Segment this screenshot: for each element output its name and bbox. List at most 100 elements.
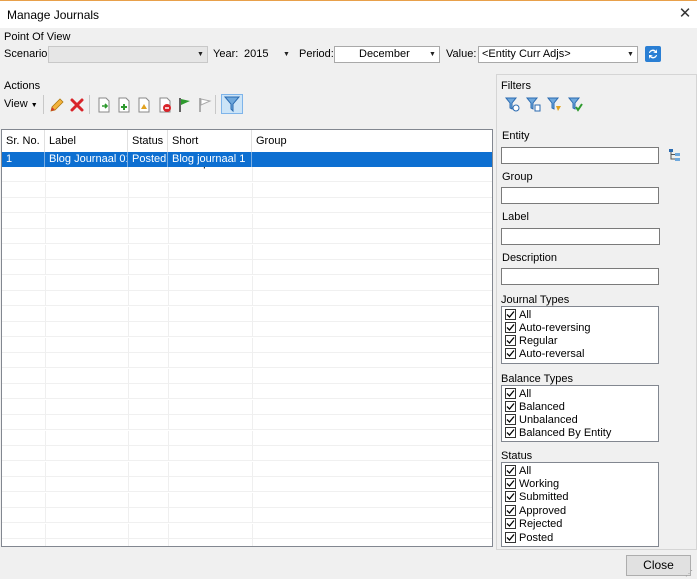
chevron-down-icon: ▼ [197, 51, 204, 58]
year-dropdown[interactable]: 2015 ▼ [240, 46, 294, 63]
balance-type-unbalanced-checkbox[interactable]: Unbalanced [505, 414, 578, 427]
entity-input[interactable] [501, 147, 659, 164]
view-menu[interactable]: View ▼ [4, 98, 38, 110]
checkbox-checked-icon [505, 322, 516, 333]
status-working-checkbox[interactable]: Working [505, 478, 559, 491]
empty-row [2, 182, 492, 198]
empty-row [2, 291, 492, 306]
checkbox-checked-icon [505, 388, 516, 399]
close-button[interactable]: Close [626, 555, 691, 576]
checkbox-label: Rejected [519, 518, 563, 530]
checkbox-checked-icon [505, 491, 516, 502]
unpost-flag-icon[interactable] [197, 97, 213, 113]
journal-types-label: Journal Types [501, 294, 570, 306]
import-journal-icon[interactable] [96, 97, 112, 113]
status-approved-checkbox[interactable]: Approved [505, 505, 566, 518]
period-dropdown[interactable]: December ▼ [334, 46, 440, 63]
period-label: Period: [299, 48, 334, 60]
status-label: Status [501, 450, 533, 462]
scenario-dropdown[interactable]: ▼ [48, 46, 208, 63]
checkbox-label: All [519, 388, 532, 400]
value-dropdown[interactable]: <Entity Curr Adjs> ▼ [478, 46, 638, 63]
empty-row [2, 508, 492, 523]
checkbox-checked-icon [505, 414, 516, 425]
table-row[interactable]: 1 Blog Journaal 01 Posted Blog journaal … [2, 152, 492, 167]
filter-apply-icon[interactable] [567, 96, 583, 112]
journals-grid[interactable]: Sr. No. Label Status Short Description G… [1, 129, 493, 547]
label-input[interactable] [501, 228, 660, 245]
resize-grip-icon[interactable]: ⋰ [685, 569, 694, 578]
status-all-checkbox[interactable]: All [505, 465, 531, 478]
reject-journal-icon[interactable] [157, 97, 173, 113]
group-input[interactable] [501, 187, 659, 204]
entity-browse-icon[interactable] [668, 148, 682, 162]
group-label: Group [502, 171, 533, 183]
empty-row [2, 430, 492, 446]
empty-row [2, 368, 492, 384]
status-submitted-checkbox[interactable]: Submitted [505, 491, 569, 504]
status-posted-checkbox[interactable]: Posted [505, 532, 553, 545]
edit-pencil-icon[interactable] [49, 97, 65, 113]
cell-status: Posted [128, 152, 168, 167]
balance-type-balanced-by-entity-checkbox[interactable]: Balanced By Entity [505, 427, 611, 440]
submit-journal-icon[interactable] [136, 97, 152, 113]
empty-row [2, 306, 492, 322]
delete-icon[interactable] [69, 97, 85, 113]
empty-row [2, 539, 492, 546]
journal-type-auto-reversing-checkbox[interactable]: Auto-reversing [505, 322, 591, 335]
actions-section-label: Actions [4, 80, 41, 92]
column-header-sr-no[interactable]: Sr. No. [2, 130, 45, 152]
cell-group [252, 152, 492, 167]
empty-row [2, 275, 492, 291]
checkbox-checked-icon [505, 309, 516, 320]
checkbox-checked-icon [505, 335, 516, 346]
empty-row [2, 523, 492, 539]
empty-row [2, 337, 492, 353]
empty-row [2, 353, 492, 368]
checkbox-checked-icon [505, 505, 516, 516]
checkbox-label: Approved [519, 505, 567, 517]
column-header-status[interactable]: Status [128, 130, 168, 152]
filter-toggle-button[interactable] [221, 94, 243, 114]
status-rejected-checkbox[interactable]: Rejected [505, 518, 562, 531]
chevron-down-icon: ▼ [429, 51, 436, 58]
empty-row [2, 244, 492, 260]
post-flag-icon[interactable] [177, 97, 193, 113]
label-filter-label: Label [502, 211, 529, 223]
value-value: <Entity Curr Adjs> [482, 48, 571, 60]
journal-types-group: All Auto-reversing Regular Auto-reversal [501, 306, 659, 364]
description-label: Description [502, 252, 558, 264]
chevron-down-icon: ▼ [30, 102, 38, 109]
value-label: Value: [446, 48, 477, 60]
filter-icon [223, 96, 241, 113]
column-header-short-description[interactable]: Short Description [168, 130, 252, 169]
filter-by-label-icon[interactable] [546, 96, 562, 112]
journal-type-all-checkbox[interactable]: All [505, 309, 531, 322]
column-header-group[interactable]: Group [252, 130, 492, 152]
new-journal-icon[interactable] [116, 97, 132, 113]
close-icon[interactable]: ✕ [676, 5, 694, 23]
filter-by-group-icon[interactable] [525, 96, 541, 112]
filter-by-entity-icon[interactable] [504, 96, 520, 112]
balance-type-balanced-checkbox[interactable]: Balanced [505, 401, 565, 414]
checkbox-checked-icon [505, 518, 516, 529]
empty-row [2, 415, 492, 430]
description-input[interactable] [501, 268, 659, 285]
checkbox-label: Balanced By Entity [519, 427, 612, 439]
refresh-icon[interactable] [644, 45, 662, 63]
grid-header: Sr. No. Label Status Short Description G… [2, 130, 492, 169]
journal-type-regular-checkbox[interactable]: Regular [505, 335, 558, 348]
status-group: All Working Submitted Approved Rejected … [501, 462, 659, 547]
cell-description: Blog journaal 1 [168, 152, 252, 167]
column-header-label[interactable]: Label [45, 130, 128, 152]
toolbar-divider [89, 95, 90, 114]
checkbox-label: Working [519, 478, 560, 490]
chevron-down-icon: ▼ [283, 51, 290, 58]
journal-type-auto-reversal-checkbox[interactable]: Auto-reversal [505, 348, 584, 361]
empty-row [2, 229, 492, 244]
balance-type-all-checkbox[interactable]: All [505, 388, 531, 401]
empty-row [2, 260, 492, 275]
checkbox-label: All [519, 465, 532, 477]
window-title: Manage Journals [7, 8, 100, 22]
empty-row [2, 446, 492, 461]
